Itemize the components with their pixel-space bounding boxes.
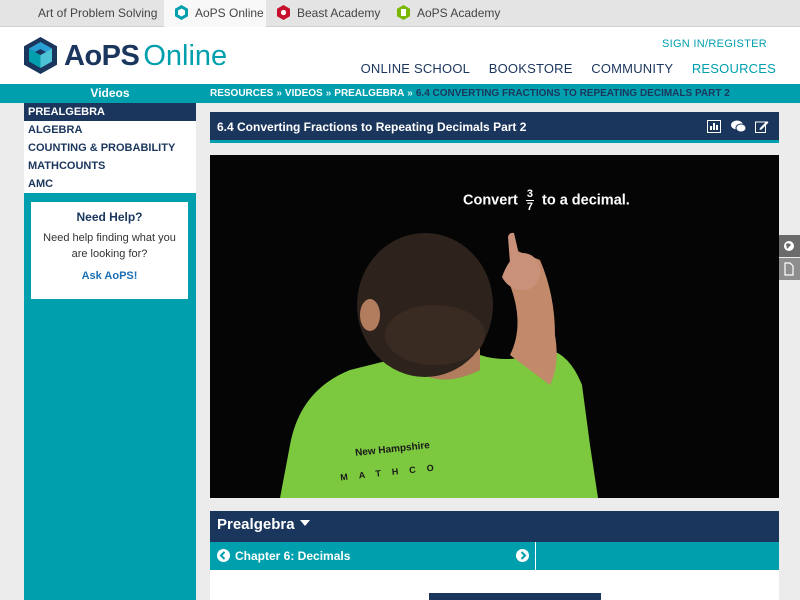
- previous-arrow-icon[interactable]: [217, 549, 230, 562]
- sidebar-title: Videos: [90, 86, 130, 100]
- chapter-nav: Chapter 6: Decimals: [210, 542, 779, 570]
- site-link-beast-academy[interactable]: Beast Academy: [276, 0, 380, 27]
- video-tools: [697, 120, 769, 138]
- breadcrumb: RESOURCES» VIDEOS» PREALGEBRA» 6.4 CONVERTI…: [210, 88, 730, 99]
- chapter-label: Chapter 6: Decimals: [235, 549, 351, 563]
- nav-resources[interactable]: RESOURCES: [692, 61, 776, 76]
- lesson-button[interactable]: [429, 593, 601, 600]
- document-icon: [784, 262, 794, 276]
- chapter-nav-left: Chapter 6: Decimals: [210, 542, 536, 570]
- sidebar-item-counting-probability[interactable]: COUNTING & PROBABILITY: [24, 139, 196, 157]
- site-link-art-of-problem-solving[interactable]: Art of Problem Solving: [38, 0, 157, 27]
- breadcrumb-prealgebra[interactable]: PREALGEBRA: [334, 88, 404, 99]
- aops-logo-icon[interactable]: [24, 37, 57, 74]
- video-title: 6.4 Converting Fractions to Repeating De…: [217, 120, 527, 134]
- beast-academy-icon: [276, 3, 291, 20]
- globe-icon: [784, 241, 794, 251]
- edit-icon[interactable]: [755, 120, 769, 133]
- site-link-aops-academy[interactable]: AoPS Academy: [396, 0, 500, 27]
- sign-in-register-link[interactable]: SIGN IN/REGISTER: [662, 38, 767, 50]
- sidebar-item-mathcounts[interactable]: MATHCOUNTS: [24, 157, 196, 175]
- breadcrumb-resources[interactable]: RESOURCES: [210, 88, 273, 99]
- document-rail-button[interactable]: [778, 258, 800, 280]
- course-title: Prealgebra: [217, 516, 295, 533]
- ask-aops-link[interactable]: Ask AoPS!: [31, 270, 188, 282]
- video-overlay-text: Convert 37 to a decimal.: [463, 188, 630, 213]
- sidebar-list: PREALGEBRA ALGEBRA COUNTING & PROBABILIT…: [24, 103, 196, 193]
- sidebar: PREALGEBRA ALGEBRA COUNTING & PROBABILIT…: [24, 103, 196, 600]
- sidebar-item-prealgebra[interactable]: PREALGEBRA: [24, 103, 196, 121]
- site-link-aops-online[interactable]: AoPS Online: [164, 0, 266, 27]
- help-box: Need Help? Need help finding what you ar…: [31, 202, 188, 299]
- video-title-bar: 6.4 Converting Fractions to Repeating De…: [210, 112, 779, 143]
- sites-bar: Art of Problem Solving AoPS Online Beast…: [0, 0, 800, 27]
- video-player[interactable]: Convert 37 to a decimal. New Hampshire M…: [210, 155, 779, 498]
- breadcrumb-videos[interactable]: VIDEOS: [285, 88, 323, 99]
- lesson-list-area: [210, 570, 779, 600]
- logo-wordmark[interactable]: AoPS Online: [64, 39, 227, 73]
- aops-online-icon: [174, 3, 189, 20]
- site-header: AoPS Online SIGN IN/REGISTER ONLINE SCHOO…: [0, 27, 800, 84]
- help-heading: Need Help?: [76, 210, 143, 224]
- caret-down-icon: [299, 520, 310, 526]
- sidebar-item-amc[interactable]: AMC: [24, 175, 196, 193]
- fraction: 37: [525, 188, 534, 213]
- breadcrumb-current: 6.4 CONVERTING FRACTIONS TO REPEATING DE…: [415, 88, 730, 99]
- help-text: Need help finding what you are looking f…: [43, 232, 176, 260]
- nav-bookstore[interactable]: BOOKSTORE: [489, 61, 573, 76]
- globe-rail-button[interactable]: [778, 235, 800, 257]
- main-nav: ONLINE SCHOOL BOOKSTORE COMMUNITY RESOUR…: [346, 61, 776, 76]
- comments-icon[interactable]: [731, 120, 747, 133]
- nav-online-school[interactable]: ONLINE SCHOOL: [361, 61, 471, 76]
- nav-community[interactable]: COMMUNITY: [591, 61, 673, 76]
- stats-icon[interactable]: [707, 120, 721, 133]
- next-arrow-icon[interactable]: [516, 549, 529, 562]
- course-selector[interactable]: Prealgebra: [210, 511, 779, 542]
- sidebar-item-algebra[interactable]: ALGEBRA: [24, 121, 196, 139]
- aops-academy-icon: [396, 3, 411, 20]
